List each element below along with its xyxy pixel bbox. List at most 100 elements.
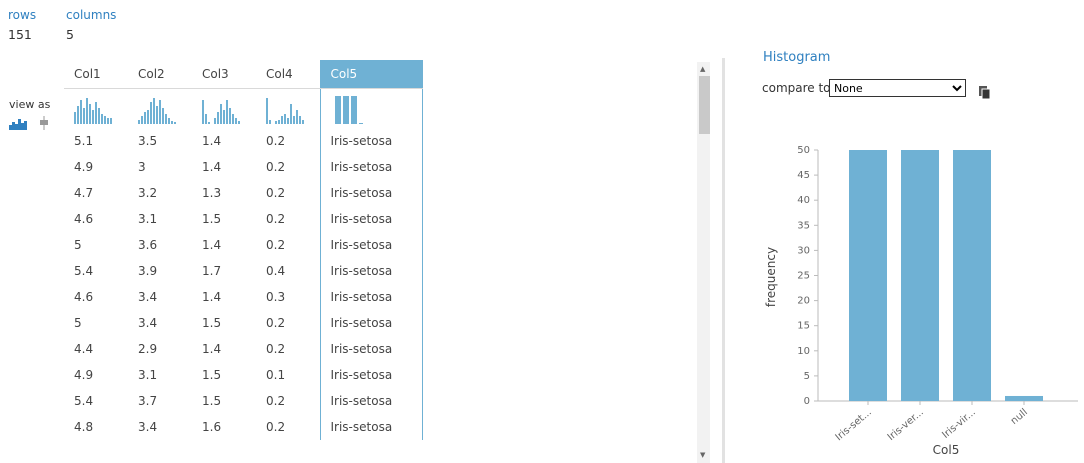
table-row: 4.6 3.1 1.5 0.2 Iris-setosa [64,206,423,232]
table-cell[interactable]: 1.5 [192,388,256,414]
panel-divider[interactable] [722,58,725,463]
table-cell[interactable]: 0.2 [256,310,320,336]
col4-mini-histogram[interactable] [256,88,320,128]
table-cell[interactable]: 1.5 [192,362,256,388]
y-tick-label: 10 [797,346,810,357]
table-cell[interactable]: 4.4 [64,336,128,362]
table-cell[interactable]: 1.3 [192,180,256,206]
table-cell[interactable]: 1.4 [192,284,256,310]
column-header-col5[interactable]: Col5 [319,60,423,89]
table-cell[interactable]: 0.2 [256,232,320,258]
table-cell[interactable]: 0.2 [256,414,320,440]
col3-mini-histogram[interactable] [192,88,256,128]
y-tick-label: 25 [797,271,810,282]
table-cell[interactable]: 1.5 [192,206,256,232]
table-cell[interactable]: 3.5 [128,128,192,154]
table-cell[interactable]: 4.6 [64,206,128,232]
boxplot-icon[interactable] [40,116,48,130]
table-cell[interactable]: Iris-setosa [319,128,423,154]
sparkline-row [64,88,423,128]
table-cell[interactable]: 3.1 [128,362,192,388]
column-header-col2[interactable]: Col2 [128,60,192,89]
column-header-col4[interactable]: Col4 [256,60,320,89]
table-cell[interactable]: 5 [64,232,128,258]
table-cell[interactable]: 3.2 [128,180,192,206]
table-cell[interactable]: 0.2 [256,336,320,362]
table-cell[interactable]: 4.8 [64,414,128,440]
compare-to-select[interactable]: None [829,79,966,97]
table-cell[interactable]: Iris-setosa [319,258,423,284]
table-cell[interactable]: 5 [64,310,128,336]
table-cell[interactable]: 1.4 [192,128,256,154]
table-row: 4.8 3.4 1.6 0.2 Iris-setosa [64,414,423,440]
column-header-col1[interactable]: Col1 [64,60,128,89]
table-cell[interactable]: 3.4 [128,414,192,440]
table-cell[interactable]: 4.6 [64,284,128,310]
table-cell[interactable]: 1.4 [192,336,256,362]
copy-icon[interactable] [979,86,991,100]
table-cell[interactable]: 0.2 [256,388,320,414]
column-header-col3[interactable]: Col3 [192,60,256,89]
table-cell[interactable]: 0.2 [256,206,320,232]
table-cell[interactable]: 1.4 [192,154,256,180]
table-cell[interactable]: Iris-setosa [319,180,423,206]
table-cell[interactable]: 3.4 [128,284,192,310]
scrollbar-thumb[interactable] [699,76,710,134]
columns-label: columns [66,8,117,22]
col5-mini-histogram[interactable] [319,88,423,128]
table-scrollbar[interactable]: ▲ ▼ [697,62,710,463]
scroll-down-arrow-icon[interactable]: ▼ [700,451,705,459]
table-cell[interactable]: 5.4 [64,388,128,414]
y-tick-label: 0 [804,396,810,407]
table-cell[interactable]: 3.4 [128,310,192,336]
table-cell[interactable]: Iris-setosa [319,310,423,336]
table-cell[interactable]: 5.4 [64,258,128,284]
table-cell[interactable]: Iris-setosa [319,388,423,414]
table-cell[interactable]: 3 [128,154,192,180]
table-cell[interactable]: 4.7 [64,180,128,206]
table-cell[interactable]: 0.3 [256,284,320,310]
x-axis-title: Col5 [933,443,960,457]
col2-mini-histogram[interactable] [128,88,192,128]
y-axis-title: frequency [764,247,778,307]
table-row: 5.4 3.7 1.5 0.2 Iris-setosa [64,388,423,414]
table-cell[interactable]: Iris-setosa [319,232,423,258]
table-cell[interactable]: 4.9 [64,154,128,180]
table-row: 5 3.6 1.4 0.2 Iris-setosa [64,232,423,258]
table-cell[interactable]: 0.2 [256,128,320,154]
y-tick-label: 5 [804,371,810,382]
table-cell[interactable]: 1.4 [192,232,256,258]
table-cell[interactable]: 0.4 [256,258,320,284]
histogram-icon[interactable] [9,119,27,130]
scroll-up-arrow-icon[interactable]: ▲ [700,65,705,73]
table-cell[interactable]: Iris-setosa [319,362,423,388]
table-cell[interactable]: 1.6 [192,414,256,440]
table-cell[interactable]: 0.2 [256,154,320,180]
table-row: 4.4 2.9 1.4 0.2 Iris-setosa [64,336,423,362]
table-cell[interactable]: 3.7 [128,388,192,414]
table-cell[interactable]: Iris-setosa [319,414,423,440]
table-cell[interactable]: 1.7 [192,258,256,284]
y-tick-label: 20 [797,296,810,307]
table-cell[interactable]: 4.9 [64,362,128,388]
table-cell[interactable]: Iris-setosa [319,154,423,180]
y-tick-label: 15 [797,321,810,332]
view-as-toggle [9,116,48,130]
table-cell[interactable]: 1.5 [192,310,256,336]
compare-to-label: compare to [762,81,831,95]
table-cell[interactable]: 3.9 [128,258,192,284]
table-row: 5.4 3.9 1.7 0.4 Iris-setosa [64,258,423,284]
table-cell[interactable]: Iris-setosa [319,284,423,310]
y-tick-label: 35 [797,220,810,231]
col1-mini-histogram[interactable] [64,88,128,128]
table-cell[interactable]: 0.1 [256,362,320,388]
table-cell[interactable]: 3.1 [128,206,192,232]
y-tick-label: 30 [797,245,810,256]
table-cell[interactable]: Iris-setosa [319,336,423,362]
table-cell[interactable]: Iris-setosa [319,206,423,232]
table-cell[interactable]: 0.2 [256,180,320,206]
table-cell[interactable]: 3.6 [128,232,192,258]
table-cell[interactable]: 2.9 [128,336,192,362]
table-cell[interactable]: 5.1 [64,128,128,154]
x-tick-label: null [1009,407,1030,427]
